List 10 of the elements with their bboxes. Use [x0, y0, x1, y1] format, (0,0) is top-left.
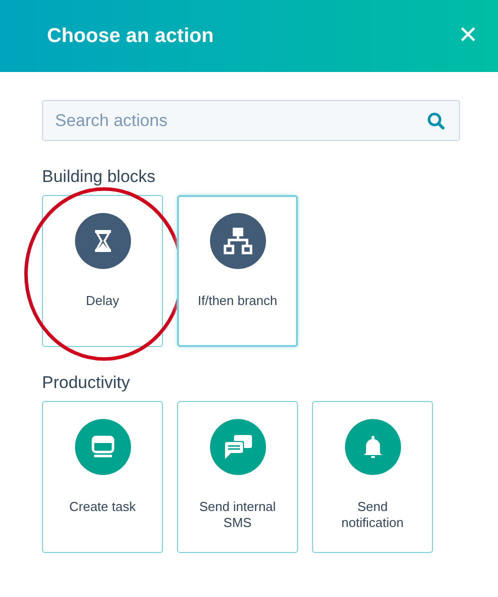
action-card[interactable]: Send notification — [312, 401, 433, 553]
action-card[interactable]: Create task — [42, 401, 163, 553]
action-card[interactable]: If/then branch — [177, 195, 298, 347]
action-card[interactable]: Delay — [42, 195, 163, 347]
section-heading: Building blocks — [42, 167, 156, 187]
panel-title: Choose an action — [47, 24, 214, 48]
search-icon[interactable] — [427, 112, 445, 130]
search-field[interactable]: Search actions — [42, 100, 460, 141]
action-card[interactable]: Send internal SMS — [177, 401, 298, 553]
section-heading: Productivity — [42, 373, 131, 393]
